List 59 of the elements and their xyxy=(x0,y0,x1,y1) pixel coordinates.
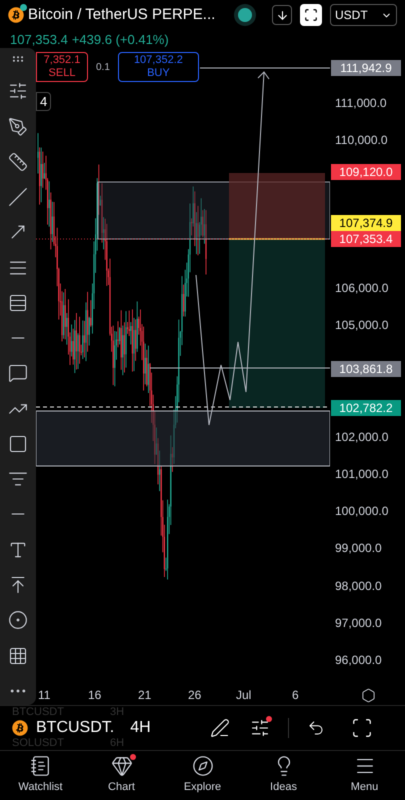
rectangle-icon[interactable] xyxy=(8,434,28,454)
price-tick: 110,000.0 xyxy=(335,132,388,148)
fullscreen-button[interactable] xyxy=(300,4,322,26)
price-tick: 101,000.0 xyxy=(335,466,388,482)
price-tick: 106,000.0 xyxy=(335,280,388,296)
currency-select[interactable]: USDT xyxy=(330,4,397,26)
price-label: 102,782.2 xyxy=(331,400,401,416)
price-tick: 99,000.0 xyxy=(335,540,382,556)
settings-icon[interactable] xyxy=(361,688,376,702)
time-tick: 16 xyxy=(88,687,102,704)
nav-tab[interactable]: Chart xyxy=(81,751,162,800)
sliders-icon[interactable] xyxy=(8,81,28,102)
compass-icon xyxy=(192,755,214,778)
time-tick: 21 xyxy=(138,687,152,704)
notebook-icon xyxy=(30,755,52,778)
arrow-down-icon xyxy=(276,8,288,22)
last-price: 107,353.4 xyxy=(10,31,68,49)
price-label: 107,353.4 xyxy=(331,231,401,247)
price-change: +439.6 (+0.41%) xyxy=(72,31,169,49)
circle-icon[interactable] xyxy=(8,610,28,630)
pen-icon[interactable] xyxy=(8,116,28,137)
ruler-icon[interactable] xyxy=(8,152,28,172)
line-icon[interactable] xyxy=(8,187,28,208)
time-tick: Jul xyxy=(236,687,252,704)
price-tick: 111,000.0 xyxy=(335,95,387,111)
nav-tab[interactable]: Explore xyxy=(162,751,243,800)
rows-icon[interactable] xyxy=(8,292,28,313)
nav-tab[interactable]: Watchlist xyxy=(0,751,81,800)
download-button[interactable] xyxy=(272,5,292,25)
buy-button[interactable]: 107,352.2 BUY xyxy=(118,52,199,82)
symbol-selector[interactable]: BTCUSDT. xyxy=(36,718,114,738)
price-tick: 105,000.0 xyxy=(335,317,388,333)
nav-tab[interactable]: Ideas xyxy=(243,751,324,800)
price-tick: 97,000.0 xyxy=(335,615,382,631)
fullscreen-icon xyxy=(304,8,318,22)
comment-icon[interactable] xyxy=(8,363,28,384)
price-label: 111,942.9 xyxy=(331,60,401,76)
price-label: 109,120.0 xyxy=(331,164,401,180)
bitcoin-logo-icon xyxy=(12,720,28,736)
order-quantity: 0.1 xyxy=(96,60,110,74)
interval-selector[interactable]: 4H xyxy=(130,718,151,738)
price-tick: 96,000.0 xyxy=(335,652,382,668)
indicators-button[interactable] xyxy=(250,718,270,738)
undo-button[interactable] xyxy=(307,719,325,737)
price-tick: 98,000.0 xyxy=(335,578,382,594)
time-tick: 26 xyxy=(188,687,202,704)
nav-tab[interactable]: Menu xyxy=(324,751,405,800)
price-tick: 102,000.0 xyxy=(335,429,388,445)
drawing-pen-button[interactable] xyxy=(210,718,230,738)
time-tick: 11 xyxy=(38,687,50,704)
time-tick: 6 xyxy=(292,687,299,704)
fullscreen-button[interactable] xyxy=(351,717,373,739)
symbol-title[interactable]: Bitcoin / TetherUS PERPE... xyxy=(28,4,216,26)
bitcoin-logo-icon xyxy=(8,7,24,23)
sell-button[interactable]: 7,352.1 SELL xyxy=(36,52,88,82)
grid-icon[interactable] xyxy=(8,646,28,666)
price-label: 107,374.9 xyxy=(331,215,401,231)
price-tick: 100,000.0 xyxy=(335,503,388,519)
price-label: 103,861.8 xyxy=(331,361,401,377)
